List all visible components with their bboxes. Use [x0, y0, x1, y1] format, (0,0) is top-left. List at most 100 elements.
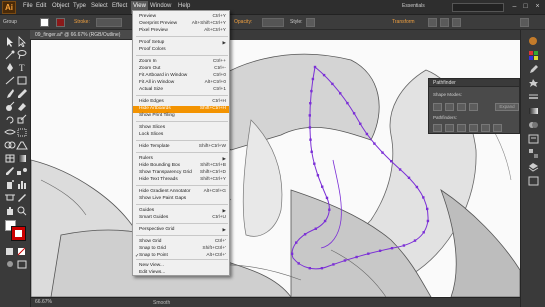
- stroke-color-control[interactable]: [56, 18, 65, 27]
- menu-object[interactable]: Object: [52, 3, 69, 9]
- brushes-panel-icon[interactable]: [528, 64, 539, 74]
- anchor-point[interactable]: [309, 102, 312, 105]
- paintbrush-tool-icon[interactable]: [4, 88, 16, 99]
- rotate-tool-icon[interactable]: [4, 114, 16, 125]
- crop-button[interactable]: [469, 124, 478, 132]
- menu-item-guides[interactable]: Guides ▶: [133, 208, 229, 215]
- transparency-panel-icon[interactable]: [528, 120, 539, 130]
- anchor-point[interactable]: [313, 162, 316, 165]
- menu-item-edit-views[interactable]: Edit Views...: [133, 270, 229, 277]
- anchor-point[interactable]: [343, 259, 347, 262]
- zoom-level[interactable]: 66.67%: [35, 299, 52, 305]
- menu-item-actual-size[interactable]: Actual Size Ctrl+1: [133, 87, 229, 94]
- color-panel-icon[interactable]: [528, 36, 539, 46]
- anchor-point[interactable]: [426, 207, 429, 211]
- isolate-icon[interactable]: [440, 18, 449, 27]
- menu-item-hide-gradient-annotator[interactable]: Hide Gradient Annotator Alt+Ctrl+G: [133, 189, 229, 196]
- menu-item-lock-slices[interactable]: Lock Slices: [133, 132, 229, 139]
- menu-item-zoom-in[interactable]: Zoom In Ctrl++: [133, 59, 229, 66]
- anchor-point[interactable]: [320, 267, 324, 270]
- gradient-tool-icon[interactable]: [16, 153, 28, 164]
- anchor-point[interactable]: [355, 255, 358, 259]
- anchor-point[interactable]: [310, 89, 313, 93]
- free-transform-tool-icon[interactable]: [16, 127, 28, 138]
- anchor-point[interactable]: [413, 239, 417, 242]
- minus-front-button[interactable]: [445, 103, 454, 111]
- maximize-icon[interactable]: □: [521, 2, 530, 11]
- rectangle-tool-icon[interactable]: [16, 75, 28, 86]
- anchor-point[interactable]: [328, 208, 331, 211]
- scale-tool-icon[interactable]: [16, 114, 28, 125]
- anchor-point[interactable]: [290, 252, 294, 255]
- eraser-tool-icon[interactable]: [16, 101, 28, 112]
- minimize-icon[interactable]: –: [510, 2, 519, 11]
- artboards-panel-icon[interactable]: [528, 176, 539, 186]
- menu-item-show-live-paint-gaps[interactable]: Show Live Paint Gaps: [133, 196, 229, 203]
- anchor-point[interactable]: [297, 262, 300, 265]
- stroke-label[interactable]: Stroke:: [74, 19, 90, 25]
- menu-file[interactable]: File: [23, 3, 33, 9]
- anchor-point[interactable]: [378, 249, 382, 252]
- anchor-point[interactable]: [359, 122, 362, 125]
- menu-item-proof-colors[interactable]: Proof Colors: [133, 47, 229, 54]
- color-mode-icon[interactable]: [4, 246, 16, 257]
- anchor-point[interactable]: [309, 138, 312, 141]
- menu-window[interactable]: Window: [150, 3, 171, 9]
- merge-button[interactable]: [457, 124, 466, 132]
- appearance-panel-icon[interactable]: [528, 134, 539, 144]
- screen-mode-icon[interactable]: [16, 259, 28, 270]
- mesh-tool-icon[interactable]: [4, 153, 16, 164]
- symbols-panel-icon[interactable]: [528, 78, 539, 88]
- anchor-point[interactable]: [367, 252, 370, 255]
- eyedropper-tool-icon[interactable]: [4, 166, 16, 177]
- menu-item-proof-setup[interactable]: Proof Setup ▶: [133, 40, 229, 47]
- perspective-grid-tool-icon[interactable]: [16, 140, 28, 151]
- symbol-sprayer-tool-icon[interactable]: [4, 179, 16, 190]
- direct-selection-tool-icon[interactable]: [16, 36, 28, 47]
- menu-item-rulers[interactable]: Rulers ▶: [133, 156, 229, 163]
- menu-item-fit-all-in-window[interactable]: Fit All in Window Alt+Ctrl+0: [133, 80, 229, 87]
- menu-item-perspective-grid[interactable]: Perspective Grid ▶: [133, 227, 229, 234]
- anchor-point[interactable]: [352, 112, 356, 115]
- menu-item-overprint-preview[interactable]: Overprint Preview Alt+Shift+Ctrl+Y: [133, 21, 229, 28]
- type-tool-icon[interactable]: T: [16, 62, 28, 73]
- none-mode-icon[interactable]: [16, 246, 28, 257]
- opacity-field[interactable]: [262, 18, 284, 27]
- anchor-point[interactable]: [426, 219, 430, 223]
- anchor-point[interactable]: [321, 185, 324, 188]
- minus-back-button[interactable]: [493, 124, 502, 132]
- menu-item-show-transparency-grid[interactable]: Show Transparency Grid Shift+Ctrl+D: [133, 170, 229, 177]
- divide-button[interactable]: [433, 124, 442, 132]
- selection-tool-icon[interactable]: [4, 36, 16, 47]
- anchor-point[interactable]: [308, 114, 311, 117]
- anchor-point[interactable]: [313, 65, 317, 69]
- gradient-panel-icon[interactable]: [528, 106, 539, 116]
- pathfinder-header[interactable]: Pathfinder: [429, 79, 519, 87]
- anchor-point[interactable]: [346, 101, 349, 105]
- menu-item-snap-to-grid[interactable]: Snap to Grid Shift+Ctrl+': [133, 246, 229, 253]
- graphic-styles-panel-icon[interactable]: [528, 148, 539, 158]
- anchor-point[interactable]: [365, 132, 369, 136]
- close-icon[interactable]: ×: [533, 2, 542, 11]
- anchor-point[interactable]: [422, 231, 425, 234]
- menu-item-smart-guides[interactable]: Smart Guides Ctrl+U: [133, 215, 229, 222]
- opacity-label[interactable]: Opacity:: [234, 19, 252, 25]
- status-text[interactable]: Smooth: [153, 300, 170, 306]
- slice-tool-icon[interactable]: [16, 192, 28, 203]
- menu-item-show-slices[interactable]: Show Slices: [133, 125, 229, 132]
- lasso-tool-icon[interactable]: [16, 49, 28, 60]
- menu-item-hide-artboards[interactable]: Hide Artboards Shift+Ctrl+H: [133, 106, 229, 113]
- draw-normal-icon[interactable]: [4, 259, 16, 270]
- unite-button[interactable]: [433, 103, 442, 111]
- menu-item-new-view[interactable]: New View...: [133, 263, 229, 270]
- menu-item-show-print-tiling[interactable]: Show Print Tiling: [133, 113, 229, 120]
- blend-tool-icon[interactable]: [16, 166, 28, 177]
- anchor-point[interactable]: [373, 142, 376, 145]
- swatches-panel-icon[interactable]: [528, 50, 539, 60]
- anchor-point[interactable]: [295, 241, 298, 244]
- expand-button[interactable]: Expand: [495, 103, 519, 111]
- layers-panel-icon[interactable]: [528, 162, 539, 172]
- stroke-swatch[interactable]: [11, 226, 26, 241]
- stroke-weight-field[interactable]: [96, 18, 122, 27]
- anchor-point[interactable]: [325, 196, 329, 200]
